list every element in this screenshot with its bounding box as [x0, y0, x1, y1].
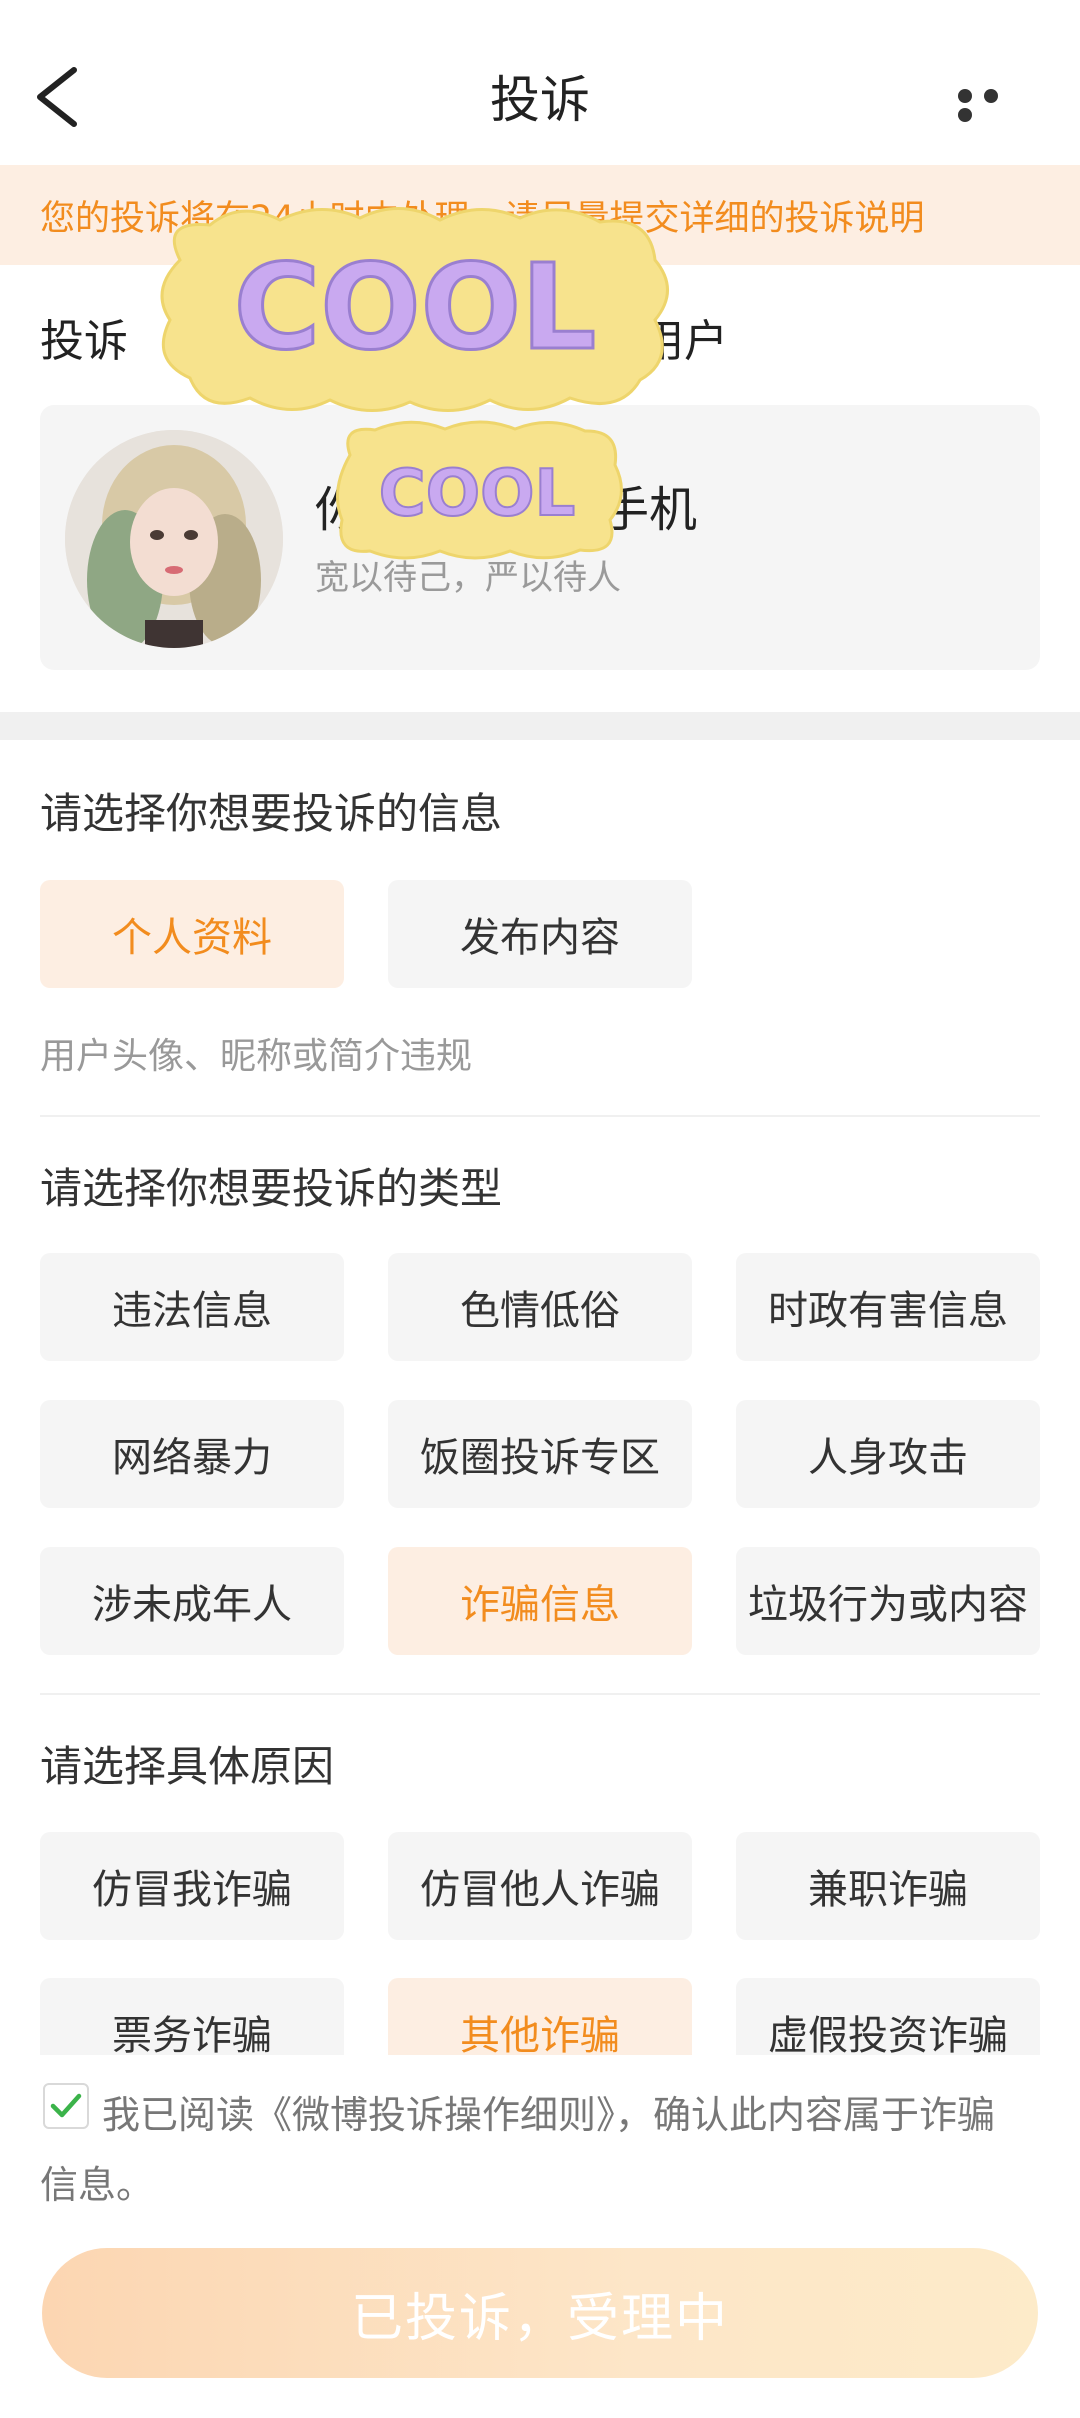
checkmark-icon [50, 2093, 82, 2118]
sticker-text-small: COOL [379, 457, 576, 531]
type-option[interactable]: 人身攻击 [736, 1400, 1040, 1508]
reason-option[interactable]: 仿冒他人诈骗 [388, 1832, 692, 1940]
more-options-icon[interactable] [958, 88, 1028, 122]
cool-sticker: COOL [150, 200, 680, 420]
info-hint: 用户头像、昵称或简介违规 [40, 1036, 473, 1077]
divider [40, 1115, 1040, 1117]
type-option[interactable]: 涉未成年人 [40, 1547, 344, 1655]
section-separator [0, 712, 1080, 740]
info-option-profile[interactable]: 个人资料 [40, 880, 344, 988]
type-option[interactable]: 色情低俗 [388, 1253, 692, 1361]
type-option[interactable]: 时政有害信息 [736, 1253, 1040, 1361]
submit-button[interactable]: 已投诉，受理中 [42, 2248, 1038, 2378]
target-label-prefix: 投诉 [40, 316, 128, 367]
page-title: 投诉 [490, 71, 590, 129]
type-section-title: 请选择你想要投诉的类型 [40, 1164, 503, 1213]
type-option[interactable]: 垃圾行为或内容 [736, 1547, 1040, 1655]
type-option[interactable]: 违法信息 [40, 1253, 344, 1361]
reason-section-title: 请选择具体原因 [40, 1742, 335, 1791]
type-option[interactable]: 饭圈投诉专区 [388, 1400, 692, 1508]
info-option-posts[interactable]: 发布内容 [388, 880, 692, 988]
reason-option[interactable]: 仿冒我诈骗 [40, 1832, 344, 1940]
reason-option[interactable]: 兼职诈骗 [736, 1832, 1040, 1940]
nav-bar: 投诉 [0, 0, 1080, 165]
avatar [65, 430, 283, 648]
cool-sticker-small: COOL [330, 415, 625, 565]
info-section-title: 请选择你想要投诉的信息 [40, 789, 503, 838]
agreement-text[interactable]: 我已阅读《微博投诉操作细则》，确认此内容属于诈骗信息。 [40, 2080, 1030, 2220]
sticker-text-large: COOL [234, 238, 596, 376]
type-option[interactable]: 网络暴力 [40, 1400, 344, 1508]
type-option-fraud[interactable]: 诈骗信息 [388, 1547, 692, 1655]
divider [40, 1693, 1040, 1695]
agreement-checkbox[interactable] [43, 2083, 89, 2129]
